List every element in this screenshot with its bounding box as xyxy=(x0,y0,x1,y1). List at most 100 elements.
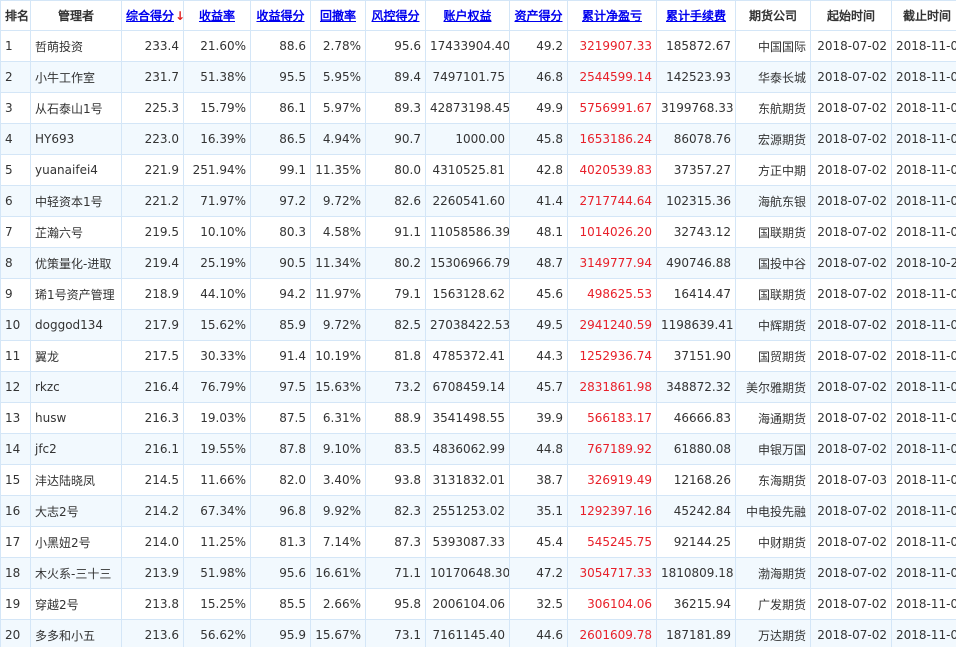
column-header-label: 综合得分 xyxy=(126,9,175,23)
cell-start-time: 2018-07-02 xyxy=(810,92,892,124)
cell-manager[interactable]: 木火系-三十三 xyxy=(30,557,122,589)
cell-overall-score: 216.1 xyxy=(121,433,184,465)
cell-cumulative-net-pnl: 306104.06 xyxy=(567,588,657,620)
cell-manager[interactable]: 翼龙 xyxy=(30,340,122,372)
column-header-label: 收益得分 xyxy=(256,9,305,23)
cell-asset-score: 49.5 xyxy=(509,309,568,341)
cell-cumulative-fees: 16414.47 xyxy=(656,278,736,310)
cell-return-score: 91.4 xyxy=(250,340,311,372)
cell-manager[interactable]: 沣达陆晓凤 xyxy=(30,464,122,496)
cell-manager[interactable]: 芷瀚六号 xyxy=(30,216,122,248)
cell-risk-score: 80.2 xyxy=(365,247,426,279)
cell-return-rate: 251.94% xyxy=(183,154,251,186)
table-row: 1 哲萌投资 233.4 21.60% 88.6 2.78% 95.6 17433904.40… xyxy=(0,30,956,62)
cell-account-equity: 27038422.53 xyxy=(425,309,510,341)
cell-manager[interactable]: jfc2 xyxy=(30,433,122,465)
cell-return-rate: 15.79% xyxy=(183,92,251,124)
cell-cumulative-net-pnl: 545245.75 xyxy=(567,526,657,558)
column-header-label: 收益率 xyxy=(198,9,235,23)
cell-end-time: 2018-11-02 xyxy=(891,557,956,589)
cell-drawdown-rate: 9.72% xyxy=(310,309,366,341)
cell-asset-score: 39.9 xyxy=(509,402,568,434)
cell-cumulative-fees: 185872.67 xyxy=(656,30,736,62)
cell-manager[interactable]: 从石泰山1号 xyxy=(30,92,122,124)
column-header-label: 风控得分 xyxy=(371,9,420,23)
cell-cumulative-net-pnl: 498625.53 xyxy=(567,278,657,310)
cell-return-score: 97.2 xyxy=(250,185,311,217)
cell-manager[interactable]: 优策量化-进取 xyxy=(30,247,122,279)
cell-asset-score: 45.7 xyxy=(509,371,568,403)
cell-start-time: 2018-07-03 xyxy=(810,464,892,496)
cell-manager[interactable]: 琋1号资产管理 xyxy=(30,278,122,310)
cell-manager[interactable]: rkzc xyxy=(30,371,122,403)
cell-asset-score: 48.1 xyxy=(509,216,568,248)
cell-cumulative-net-pnl: 3219907.33 xyxy=(567,30,657,62)
column-header-overall-score[interactable]: 综合得分↓ xyxy=(121,0,184,31)
column-header-label: 截止时间 xyxy=(902,9,951,23)
cell-account-equity: 5393087.33 xyxy=(425,526,510,558)
cell-risk-score: 82.6 xyxy=(365,185,426,217)
cell-manager[interactable]: 小黑妞2号 xyxy=(30,526,122,558)
cell-manager[interactable]: 穿越2号 xyxy=(30,588,122,620)
cell-end-time: 2018-11-02 xyxy=(891,340,956,372)
cell-manager[interactable]: 多多和小五 xyxy=(30,619,122,647)
cell-end-time: 2018-11-02 xyxy=(891,92,956,124)
table-row: 9 琋1号资产管理 218.9 44.10% 94.2 11.97% 79.1 1563128… xyxy=(0,278,956,310)
column-header-drawdown-rate[interactable]: 回撤率 xyxy=(310,0,366,31)
column-header-rank: 排名 xyxy=(0,0,31,31)
cell-return-rate: 30.33% xyxy=(183,340,251,372)
cell-return-score: 86.1 xyxy=(250,92,311,124)
cell-rank: 7 xyxy=(0,216,31,248)
cell-overall-score: 217.9 xyxy=(121,309,184,341)
cell-manager[interactable]: 哲萌投资 xyxy=(30,30,122,62)
cell-drawdown-rate: 9.92% xyxy=(310,495,366,527)
column-header-asset-score[interactable]: 资产得分 xyxy=(509,0,568,31)
cell-manager[interactable]: 大志2号 xyxy=(30,495,122,527)
cell-asset-score: 41.4 xyxy=(509,185,568,217)
cell-rank: 14 xyxy=(0,433,31,465)
column-header-manager: 管理者 xyxy=(30,0,122,31)
cell-manager[interactable]: yuanaifei4 xyxy=(30,154,122,186)
cell-overall-score: 213.8 xyxy=(121,588,184,620)
cell-cumulative-fees: 187181.89 xyxy=(656,619,736,647)
cell-overall-score: 217.5 xyxy=(121,340,184,372)
cell-futures-company: 中电投先融 xyxy=(735,495,811,527)
cell-manager[interactable]: 中轻资本1号 xyxy=(30,185,122,217)
cell-risk-score: 91.1 xyxy=(365,216,426,248)
cell-drawdown-rate: 10.19% xyxy=(310,340,366,372)
table-body: 1 哲萌投资 233.4 21.60% 88.6 2.78% 95.6 17433904.40… xyxy=(0,30,956,647)
cell-manager[interactable]: doggod134 xyxy=(30,309,122,341)
column-header-risk-score[interactable]: 风控得分 xyxy=(365,0,426,31)
column-header-return-rate[interactable]: 收益率 xyxy=(183,0,251,31)
cell-risk-score: 81.8 xyxy=(365,340,426,372)
cell-end-time: 2018-11-02 xyxy=(891,588,956,620)
table-row: 20 多多和小五 213.6 56.62% 95.9 15.67% 73.1 7161145.… xyxy=(0,619,956,647)
column-header-cumulative-net-pnl[interactable]: 累计净盈亏 xyxy=(567,0,657,31)
cell-asset-score: 35.1 xyxy=(509,495,568,527)
cell-rank: 16 xyxy=(0,495,31,527)
cell-rank: 19 xyxy=(0,588,31,620)
cell-manager[interactable]: husw xyxy=(30,402,122,434)
cell-manager[interactable]: 小牛工作室 xyxy=(30,61,122,93)
cell-cumulative-net-pnl: 5756991.67 xyxy=(567,92,657,124)
cell-cumulative-net-pnl: 326919.49 xyxy=(567,464,657,496)
table-row: 5 yuanaifei4 221.9 251.94% 99.1 11.35% 80.0 431… xyxy=(0,154,956,186)
cell-start-time: 2018-07-02 xyxy=(810,619,892,647)
cell-end-time: 2018-11-02 xyxy=(891,185,956,217)
cell-start-time: 2018-07-02 xyxy=(810,247,892,279)
cell-asset-score: 38.7 xyxy=(509,464,568,496)
column-header-return-score[interactable]: 收益得分 xyxy=(250,0,311,31)
cell-end-time: 2018-11-02 xyxy=(891,61,956,93)
cell-futures-company: 万达期货 xyxy=(735,619,811,647)
column-header-account-equity[interactable]: 账户权益 xyxy=(425,0,510,31)
cell-end-time: 2018-11-02 xyxy=(891,495,956,527)
cell-drawdown-rate: 9.10% xyxy=(310,433,366,465)
cell-cumulative-net-pnl: 1014026.20 xyxy=(567,216,657,248)
column-header-cumulative-fees[interactable]: 累计手续费 xyxy=(656,0,736,31)
cell-futures-company: 国投中谷 xyxy=(735,247,811,279)
cell-account-equity: 15306966.79 xyxy=(425,247,510,279)
cell-return-score: 86.5 xyxy=(250,123,311,155)
cell-end-time: 2018-11-02 xyxy=(891,278,956,310)
cell-manager[interactable]: HY693 xyxy=(30,123,122,155)
cell-drawdown-rate: 5.97% xyxy=(310,92,366,124)
